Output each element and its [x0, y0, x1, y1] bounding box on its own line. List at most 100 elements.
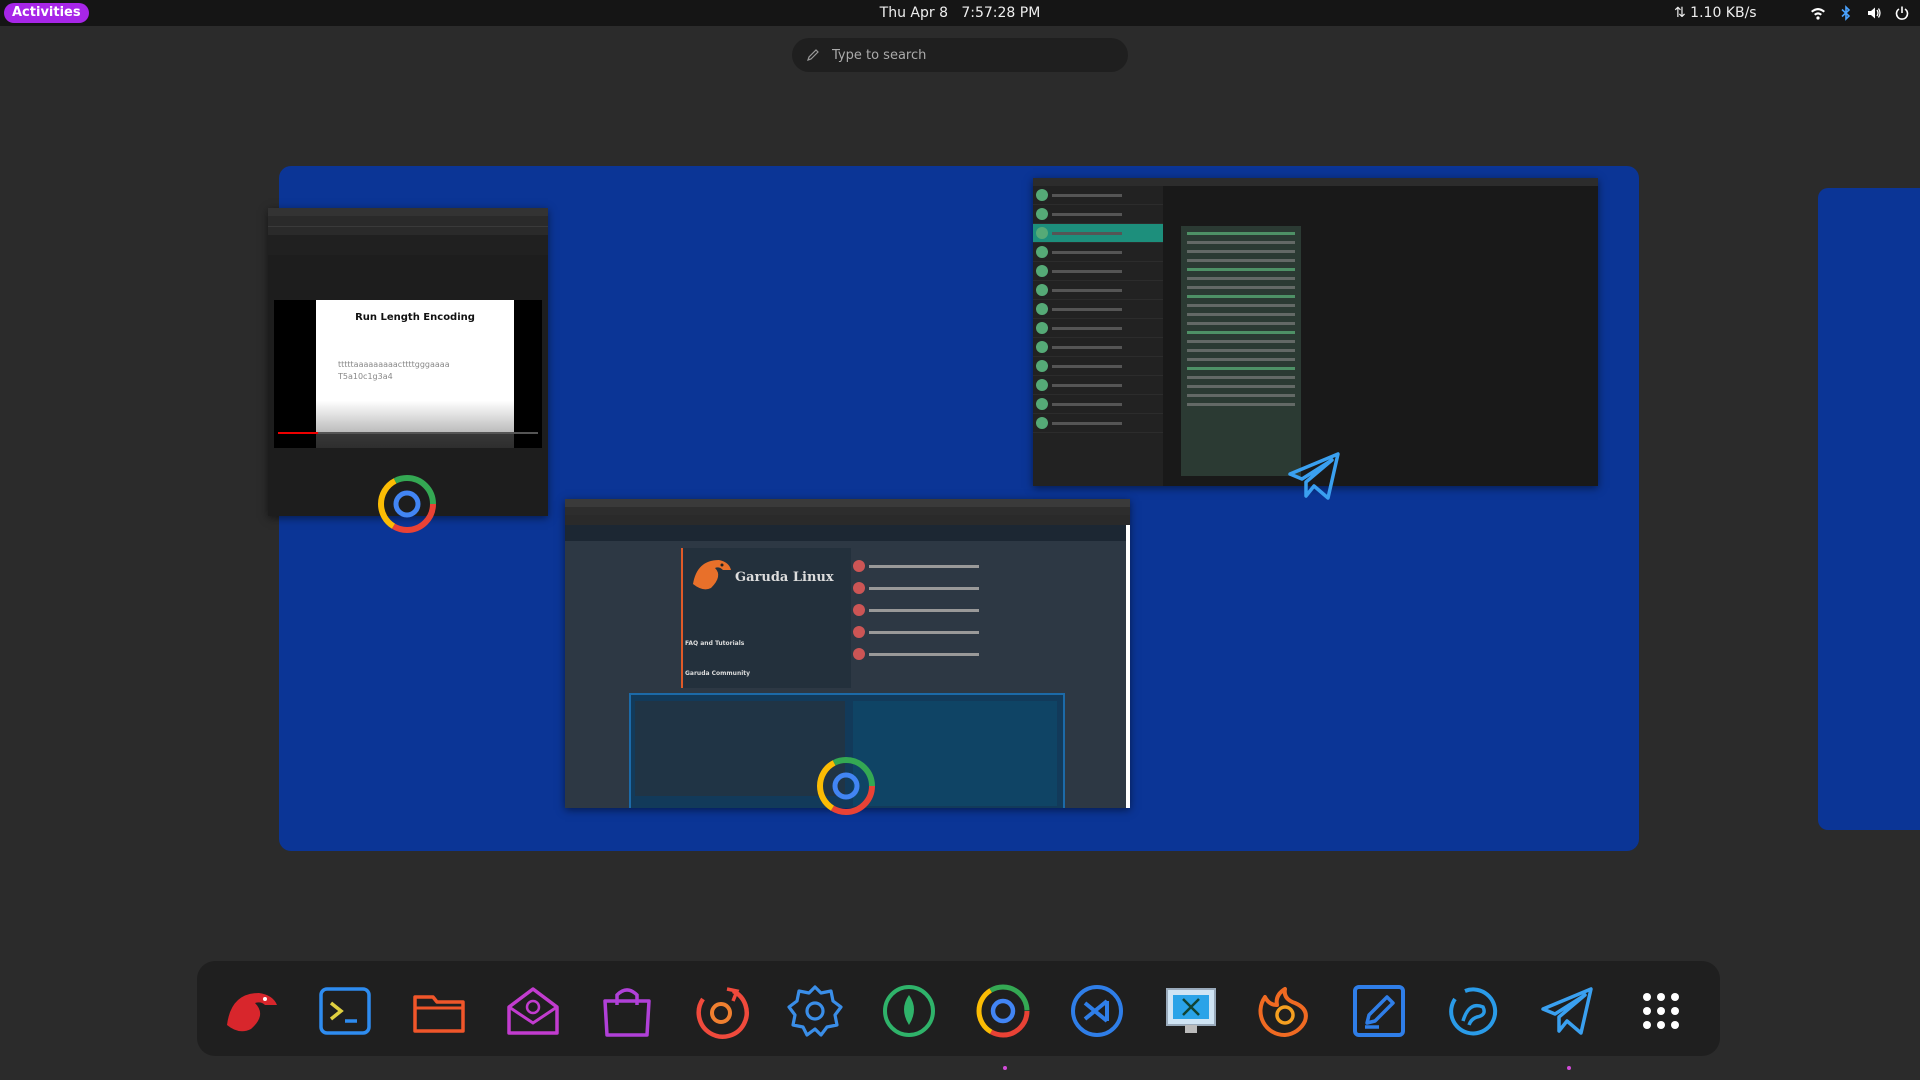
dock-item-timeshift[interactable]	[689, 979, 753, 1043]
category-heading[interactable]: FAQ and Tutorials	[685, 640, 744, 647]
chat-list-item[interactable]	[1033, 186, 1163, 205]
mail-icon	[507, 987, 559, 1035]
chat-list-item[interactable]	[1033, 300, 1163, 319]
dock-item-garuda[interactable]	[219, 979, 283, 1043]
chat-view[interactable]	[1163, 186, 1598, 486]
clock-time[interactable]: 7:57:28 PM	[961, 5, 1040, 21]
top-panel: Activities Thu Apr 8 7:57:28 PM ⇅ 1.10 K…	[0, 0, 1920, 26]
dock-item-screenshot-tool[interactable]	[1159, 979, 1223, 1043]
vscode-icon	[1071, 985, 1123, 1037]
dock-item-settings[interactable]	[783, 979, 847, 1043]
chrome-icon	[976, 984, 1030, 1038]
dock-item-mail[interactable]	[501, 979, 565, 1043]
edit-icon	[807, 49, 819, 61]
network-speed-indicator[interactable]: ⇅ 1.10 KB/s	[1674, 0, 1757, 26]
browser-url-bar[interactable]	[565, 507, 1130, 515]
bookmarks-bar[interactable]	[268, 227, 548, 235]
chat-list-item[interactable]	[1033, 319, 1163, 338]
search-input[interactable]	[830, 46, 1114, 64]
overview-search[interactable]	[792, 38, 1128, 72]
volume-icon[interactable]	[1866, 5, 1882, 21]
screenshot-tool-icon	[1166, 988, 1216, 1033]
video-slide: Run Length Encoding tttttaaaaaaaaacttttg…	[316, 300, 514, 448]
chat-list-item[interactable]	[1033, 205, 1163, 224]
chat-list-item[interactable]	[1033, 224, 1163, 243]
gnome-disks-icon	[883, 985, 935, 1037]
window-titlebar[interactable]	[1033, 178, 1598, 186]
topic-item[interactable]	[853, 643, 1003, 665]
message-bubble	[1181, 226, 1301, 476]
slide-text-line: tttttaaaaaaaaacttttgggaaaa	[338, 360, 450, 369]
dock-item-software-store[interactable]	[595, 979, 659, 1043]
video-header	[268, 235, 548, 255]
chat-list-item[interactable]	[1033, 262, 1163, 281]
dock-item-telegram[interactable]	[1535, 979, 1599, 1043]
dock-item-mysql-workbench[interactable]	[1441, 979, 1505, 1043]
browser-tabs[interactable]	[565, 499, 1130, 507]
dock-item-files[interactable]	[407, 979, 471, 1043]
dock-item-app-grid[interactable]	[1629, 979, 1693, 1043]
topic-item[interactable]	[853, 599, 1003, 621]
bookmarks-bar[interactable]	[565, 515, 1130, 525]
next-workspace-thumbnail[interactable]	[1818, 188, 1920, 830]
running-indicator	[1567, 1066, 1571, 1070]
dock	[197, 961, 1720, 1056]
scrollbar[interactable]	[1126, 525, 1130, 808]
wifi-icon[interactable]	[1810, 5, 1826, 21]
timeshift-icon	[696, 987, 749, 1039]
garuda-icon	[227, 993, 277, 1032]
chrome-icon	[378, 475, 436, 533]
settings-icon	[787, 985, 843, 1037]
topic-item[interactable]	[853, 555, 1003, 577]
slide-text-line: T5a10c1g3a4	[338, 372, 393, 381]
video-controls[interactable]	[274, 434, 542, 448]
activities-button[interactable]: Activities	[4, 3, 89, 23]
video-player[interactable]: Run Length Encoding tttttaaaaaaaaacttttg…	[274, 300, 542, 448]
mysql-workbench-icon	[1449, 987, 1498, 1036]
browser-url-bar[interactable]	[268, 216, 548, 227]
chat-list-item[interactable]	[1033, 395, 1163, 414]
window-chrome-video[interactable]: Run Length Encoding tttttaaaaaaaaacttttg…	[268, 208, 548, 516]
window-telegram[interactable]	[1033, 178, 1598, 486]
firefox-icon	[1258, 987, 1308, 1038]
site-name: Garuda Linux	[735, 570, 834, 585]
topic-list[interactable]	[853, 555, 1003, 665]
app-grid-icon	[1643, 993, 1679, 1029]
browser-tabs[interactable]	[268, 208, 548, 216]
clock: Thu Apr 8 7:57:28 PM	[0, 0, 1920, 26]
clock-date[interactable]: Thu Apr 8	[880, 5, 948, 21]
workspace-thumbnail[interactable]: Run Length Encoding tttttaaaaaaaaacttttg…	[268, 166, 1639, 851]
software-store-icon	[603, 988, 651, 1037]
dock-item-gnome-disks[interactable]	[877, 979, 941, 1043]
text-editor-icon	[1353, 985, 1405, 1037]
chat-list-item[interactable]	[1033, 376, 1163, 395]
forum-hero: Garuda Linux FAQ and Tutorials Garuda Co…	[681, 548, 851, 688]
telegram-icon	[1541, 987, 1593, 1035]
system-tray[interactable]	[1810, 0, 1910, 26]
garuda-logo-icon	[693, 560, 731, 590]
category-heading[interactable]: Garuda Community	[685, 670, 750, 677]
dock-item-terminal[interactable]	[313, 979, 377, 1043]
topic-item[interactable]	[853, 577, 1003, 599]
chat-list-item[interactable]	[1033, 357, 1163, 376]
chat-list-item[interactable]	[1033, 243, 1163, 262]
power-icon[interactable]	[1894, 5, 1910, 21]
terminal-icon	[319, 987, 371, 1035]
chat-list[interactable]	[1033, 186, 1163, 486]
files-icon	[413, 995, 465, 1033]
forum-nav[interactable]	[565, 525, 1130, 541]
dock-item-text-editor[interactable]	[1347, 979, 1411, 1043]
chat-list-item[interactable]	[1033, 281, 1163, 300]
bluetooth-icon[interactable]	[1838, 5, 1854, 21]
compose-preview	[853, 701, 1057, 806]
slide-title: Run Length Encoding	[355, 312, 475, 323]
chat-list-item[interactable]	[1033, 338, 1163, 357]
dock-item-firefox[interactable]	[1253, 979, 1317, 1043]
topic-item[interactable]	[853, 621, 1003, 643]
telegram-icon	[1288, 452, 1340, 500]
dock-item-chrome[interactable]	[971, 979, 1035, 1043]
dock-item-vscode[interactable]	[1065, 979, 1129, 1043]
chat-list-item[interactable]	[1033, 414, 1163, 433]
compose-editor[interactable]	[635, 701, 845, 796]
chrome-icon	[817, 757, 875, 815]
